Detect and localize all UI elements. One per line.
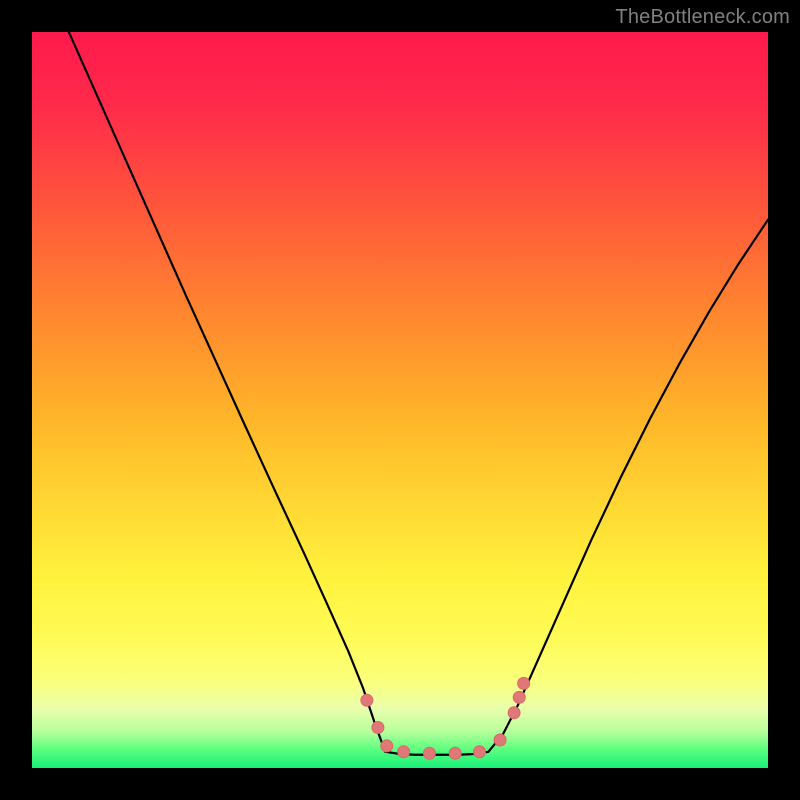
marker-point [513,691,525,703]
chart-svg [32,32,768,768]
marker-point [494,734,506,746]
marker-point [381,740,393,752]
marker-point [473,746,485,758]
marker-point [518,677,530,689]
markers-group [361,677,530,759]
marker-point [398,746,410,758]
marker-point [372,722,384,734]
marker-point [449,747,461,759]
marker-point [361,694,373,706]
plot-area [32,32,768,768]
watermark-text: TheBottleneck.com [615,6,790,29]
curve-group [69,32,768,755]
chart-frame: TheBottleneck.com [0,0,800,800]
marker-point [508,707,520,719]
bottleneck-curve [69,32,768,755]
marker-point [423,747,435,759]
